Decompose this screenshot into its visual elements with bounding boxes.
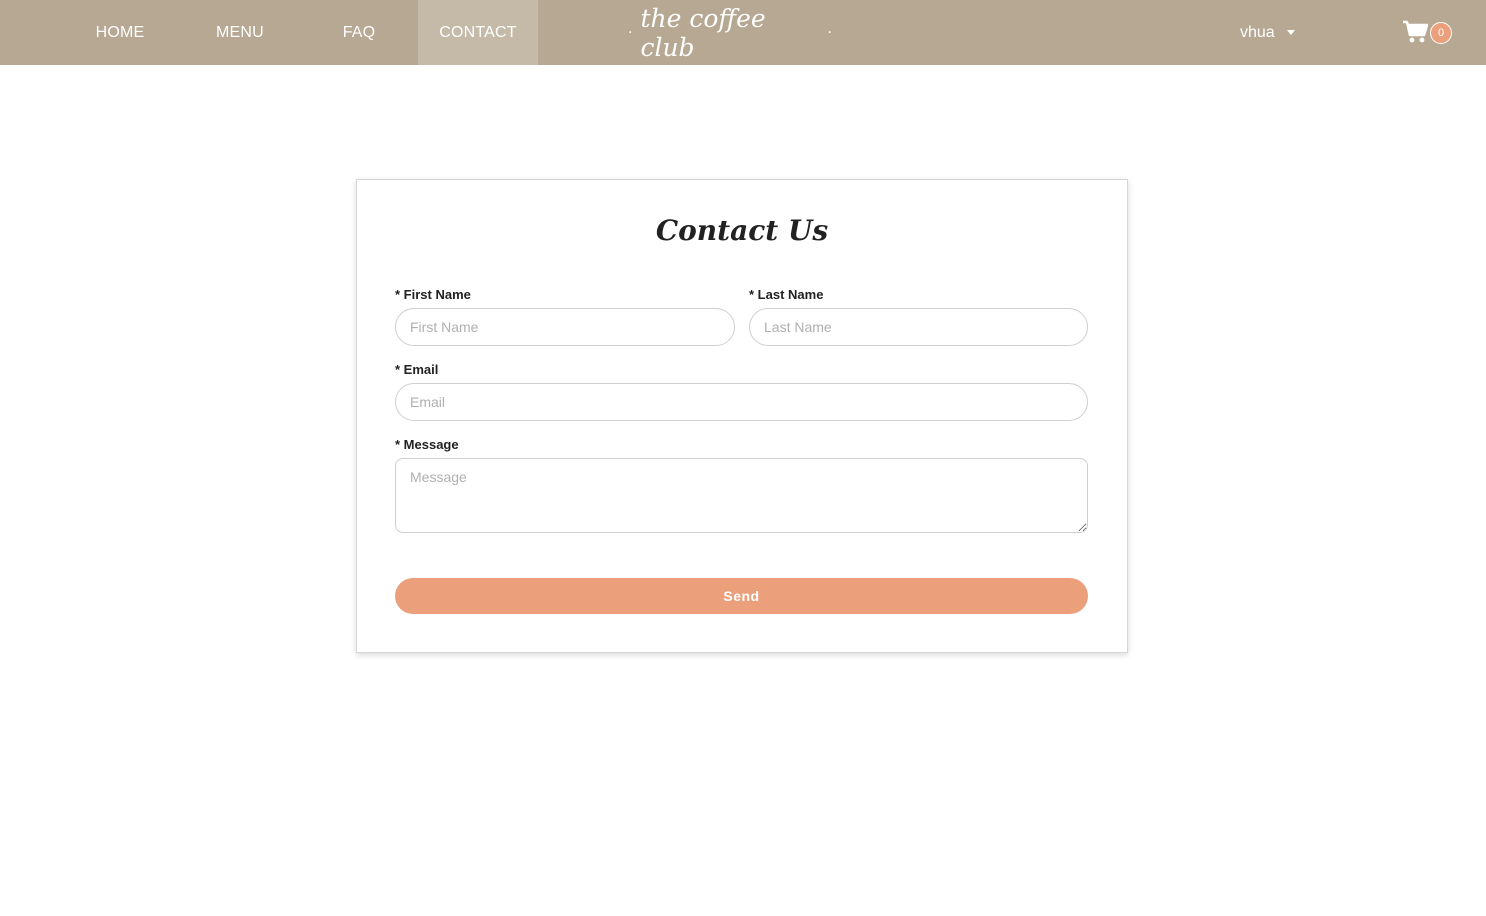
username: vhua <box>1240 23 1275 41</box>
last-name-input[interactable] <box>749 308 1088 346</box>
top-navbar: HOME MENU FAQ CONTACT · the coffee club … <box>0 0 1486 65</box>
cart-button[interactable]: 0 <box>1402 18 1454 48</box>
email-label: * Email <box>395 362 439 377</box>
contact-form-card: Contact Us * First Name * Last Name * Em… <box>356 179 1128 653</box>
cart-count-badge: 0 <box>1430 22 1452 44</box>
send-button[interactable]: Send <box>395 578 1088 614</box>
nav-menu[interactable]: MENU <box>180 0 300 65</box>
brand-logo[interactable]: · the coffee club · <box>620 0 840 65</box>
email-input[interactable] <box>395 383 1088 421</box>
caret-down-icon <box>1286 30 1295 35</box>
brand-dot-right: · <box>827 24 832 41</box>
message-textarea[interactable] <box>395 458 1088 533</box>
message-label: * Message <box>395 437 459 452</box>
nav-contact[interactable]: CONTACT <box>418 0 538 65</box>
first-name-label: * First Name <box>395 287 471 302</box>
brand-dot-left: · <box>628 24 633 41</box>
page-title: Contact Us <box>655 214 829 247</box>
user-menu-dropdown[interactable]: vhua <box>1240 0 1295 65</box>
last-name-label: * Last Name <box>749 287 824 302</box>
first-name-input[interactable] <box>395 308 735 346</box>
nav-faq[interactable]: FAQ <box>299 0 419 65</box>
nav-home[interactable]: HOME <box>60 0 180 65</box>
shopping-cart-icon <box>1403 20 1428 43</box>
brand-name: the coffee club <box>640 3 766 62</box>
